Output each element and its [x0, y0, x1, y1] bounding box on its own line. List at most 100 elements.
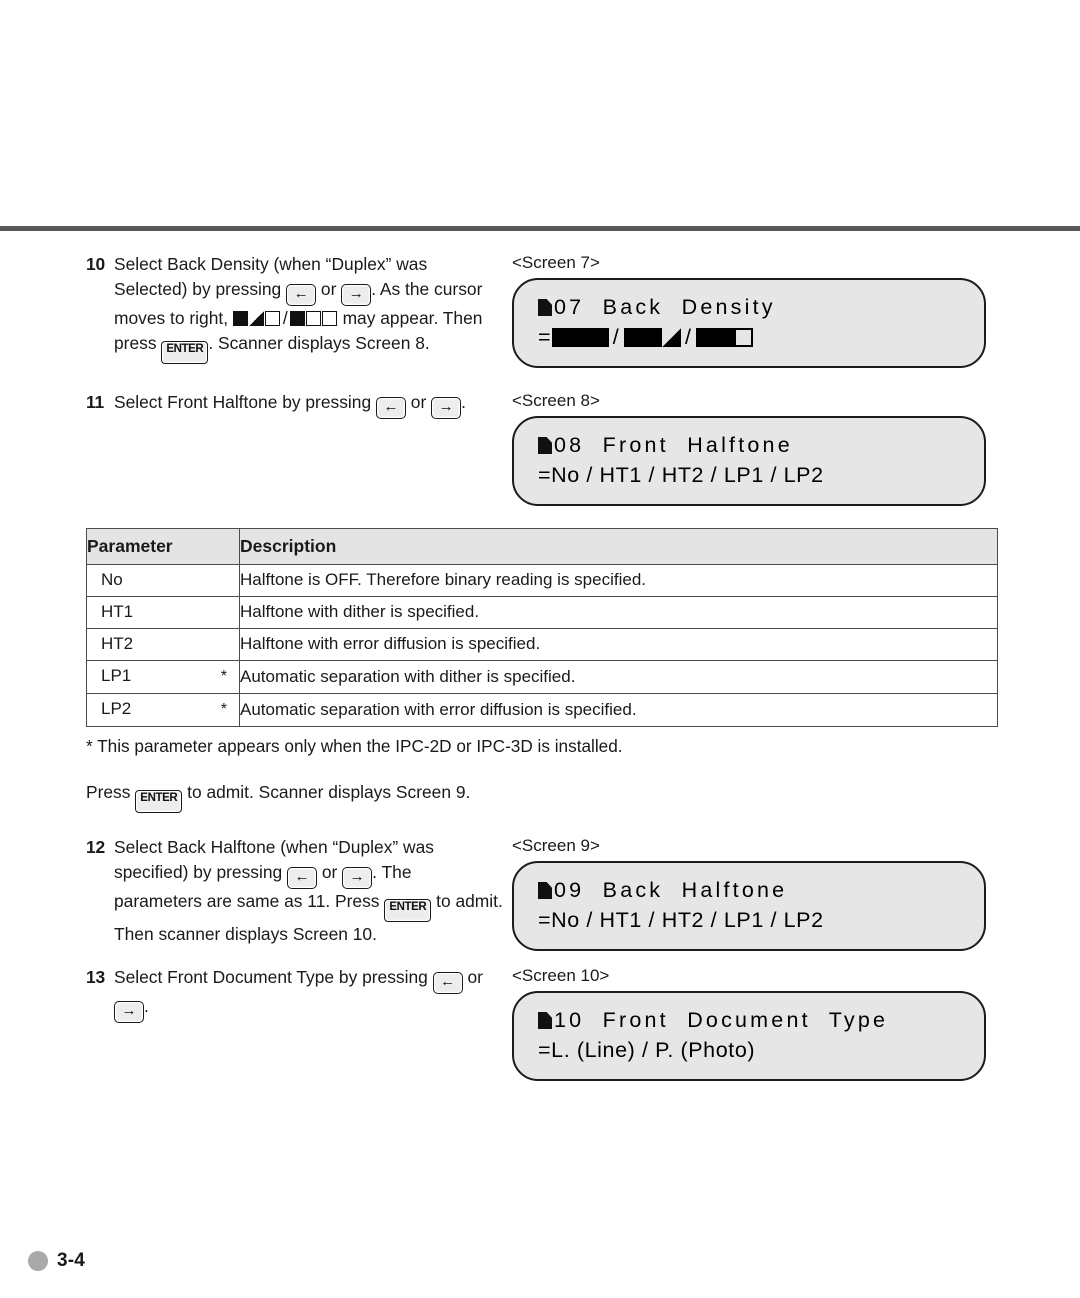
- parameter-table: Parameter Description No Halftone is OFF…: [86, 528, 998, 727]
- lcd-screen-7: 07 Back Density = / /: [512, 278, 986, 368]
- step-number: 11: [86, 392, 104, 412]
- footer-bullet-icon: [28, 1251, 48, 1271]
- table-row: HT2 Halftone with error diffusion is spe…: [86, 628, 998, 661]
- parameter-star: *: [220, 668, 227, 685]
- table-cell-parameter: HT1: [86, 596, 240, 629]
- step-text-part: . Scanner displays Screen 8.: [208, 333, 430, 354]
- parameter-cell-inner: LP2 *: [87, 698, 239, 721]
- arrow-right-key[interactable]: →: [341, 284, 372, 307]
- table-cell-description: Halftone with error diffusion is specifi…: [239, 628, 998, 661]
- slash-separator: /: [282, 308, 288, 329]
- step-text-part: .: [144, 996, 149, 1016]
- lcd-density-full-icon: [696, 328, 716, 347]
- slash-separator: /: [612, 325, 620, 349]
- parameter-cell-inner: HT1: [87, 601, 239, 623]
- table-row: LP2 * Automatic separation with error di…: [86, 693, 998, 727]
- step-text-part: or: [462, 967, 483, 987]
- lcd-line-2: =No / HT1 / HT2 / LP1 / LP2: [538, 463, 824, 487]
- lcd-density-full-icon: [715, 328, 735, 347]
- lcd-density-empty-icon: [734, 328, 754, 347]
- arrow-right-key[interactable]: →: [114, 1001, 144, 1023]
- screen-8-column: <Screen 8> 08 Front Halftone =No / HT1 /…: [510, 390, 998, 506]
- press-enter-note: Press ENTER to admit. Scanner displays S…: [86, 780, 998, 813]
- table-row: HT1 Halftone with dither is specified.: [86, 596, 998, 629]
- step-body: Select Front Document Type by pressing ←…: [114, 965, 504, 1023]
- parameter-name: LP1: [101, 666, 132, 685]
- step-13: 13 Select Front Document Type by pressin…: [86, 965, 504, 1023]
- step-text-part: or: [316, 279, 342, 300]
- lcd-screen-8: 08 Front Halftone =No / HT1 / HT2 / LP1 …: [512, 416, 986, 506]
- step-row-12: 12 Select Back Halftone (when “Duplex” w…: [86, 835, 998, 951]
- parameter-star: *: [220, 701, 227, 718]
- step-10: 10 Select Back Density (when “Duplex” wa…: [86, 252, 504, 365]
- screen-9-column: <Screen 9> 09 Back Halftone =No / HT1 / …: [510, 835, 998, 951]
- step-row-13: 13 Select Front Document Type by pressin…: [86, 965, 998, 1081]
- lcd-line-1: 08 Front Halftone: [514, 430, 984, 460]
- table-row: LP1 * Automatic separation with dither i…: [86, 660, 998, 694]
- lcd-line-1-text: 07 Back Density: [554, 295, 776, 319]
- lcd-line-1-text: 09 Back Halftone: [554, 878, 788, 902]
- lcd-density-full-icon: [551, 328, 571, 347]
- step-text-part: .: [461, 392, 466, 412]
- step-12-text-column: 12 Select Back Halftone (when “Duplex” w…: [86, 835, 510, 947]
- step-row-11: 11 Select Front Halftone by pressing ← o…: [86, 390, 998, 506]
- density-square-empty-icon: [306, 311, 322, 327]
- document-page-icon: [538, 299, 552, 316]
- step-body: Select Back Density (when “Duplex” was S…: [114, 252, 504, 365]
- table-head: Parameter Description: [86, 528, 998, 565]
- table-row: No Halftone is OFF. Therefore binary rea…: [86, 564, 998, 597]
- lcd-line-1: 07 Back Density: [514, 292, 984, 322]
- density-square-full-icon: [233, 311, 249, 327]
- step-row-10: 10 Select Back Density (when “Duplex” wa…: [86, 252, 998, 368]
- lcd-density-half-icon: [661, 328, 681, 347]
- lcd-line-1: 10 Front Document Type: [514, 1005, 984, 1035]
- arrow-left-key[interactable]: ←: [432, 972, 463, 994]
- step-body: Select Back Halftone (when “Duplex” was …: [114, 835, 504, 947]
- page-content: 10 Select Back Density (when “Duplex” wa…: [86, 252, 998, 1081]
- screen-caption: <Screen 9>: [512, 836, 600, 855]
- step-number: 13: [86, 967, 105, 987]
- arrow-left-key[interactable]: ←: [375, 397, 406, 419]
- lcd-density-full-icon: [642, 328, 662, 347]
- table-cell-description: Halftone is OFF. Therefore binary readin…: [239, 564, 998, 597]
- arrow-left-key[interactable]: ←: [287, 867, 318, 890]
- table-header-parameter: Parameter: [86, 528, 240, 565]
- note-text-after: to admit. Scanner displays Screen 9.: [182, 782, 471, 802]
- screen-10-column: <Screen 10> 10 Front Document Type =L. (…: [510, 965, 998, 1081]
- step-text-part: Select Front Document Type by pressing: [114, 967, 433, 987]
- table-cell-description: Automatic separation with dither is spec…: [239, 660, 998, 694]
- page-footer: 3-4: [28, 1250, 85, 1272]
- screen-caption: <Screen 10>: [512, 966, 610, 985]
- arrow-left-key[interactable]: ←: [286, 284, 317, 307]
- enter-key[interactable]: ENTER: [135, 790, 183, 813]
- table-header-row: Parameter Description: [86, 528, 998, 565]
- table-header-description: Description: [239, 528, 998, 565]
- lcd-line-1: 09 Back Halftone: [514, 875, 984, 905]
- step-body: Select Front Halftone by pressing ← or →…: [114, 390, 504, 419]
- table-cell-parameter: LP1 *: [86, 660, 240, 694]
- arrow-right-key[interactable]: →: [431, 397, 462, 419]
- arrow-right-key[interactable]: →: [342, 867, 373, 890]
- enter-key[interactable]: ENTER: [384, 899, 432, 923]
- parameter-name: HT2: [101, 634, 134, 653]
- enter-key[interactable]: ENTER: [161, 341, 209, 365]
- lcd-line-1-text: 08 Front Halftone: [554, 433, 793, 457]
- document-page-icon: [538, 882, 552, 899]
- page-number: 3-4: [57, 1250, 86, 1271]
- density-square-empty-icon: [265, 311, 281, 327]
- document-page: 10 Select Back Density (when “Duplex” wa…: [0, 0, 1080, 1298]
- lcd-line-2: =No / HT1 / HT2 / LP1 / LP2: [538, 908, 824, 932]
- lcd-screen-9: 09 Back Halftone =No / HT1 / HT2 / LP1 /…: [512, 861, 986, 951]
- step-11: 11 Select Front Halftone by pressing ← o…: [86, 390, 504, 419]
- note-text-before: Press: [86, 782, 136, 802]
- step-text-part: or: [405, 392, 432, 412]
- lcd-density-full-icon: [570, 328, 590, 347]
- parameter-name: HT1: [101, 602, 134, 621]
- document-page-icon: [538, 437, 552, 454]
- step-number: 12: [86, 837, 105, 857]
- step-13-text-column: 13 Select Front Document Type by pressin…: [86, 965, 510, 1023]
